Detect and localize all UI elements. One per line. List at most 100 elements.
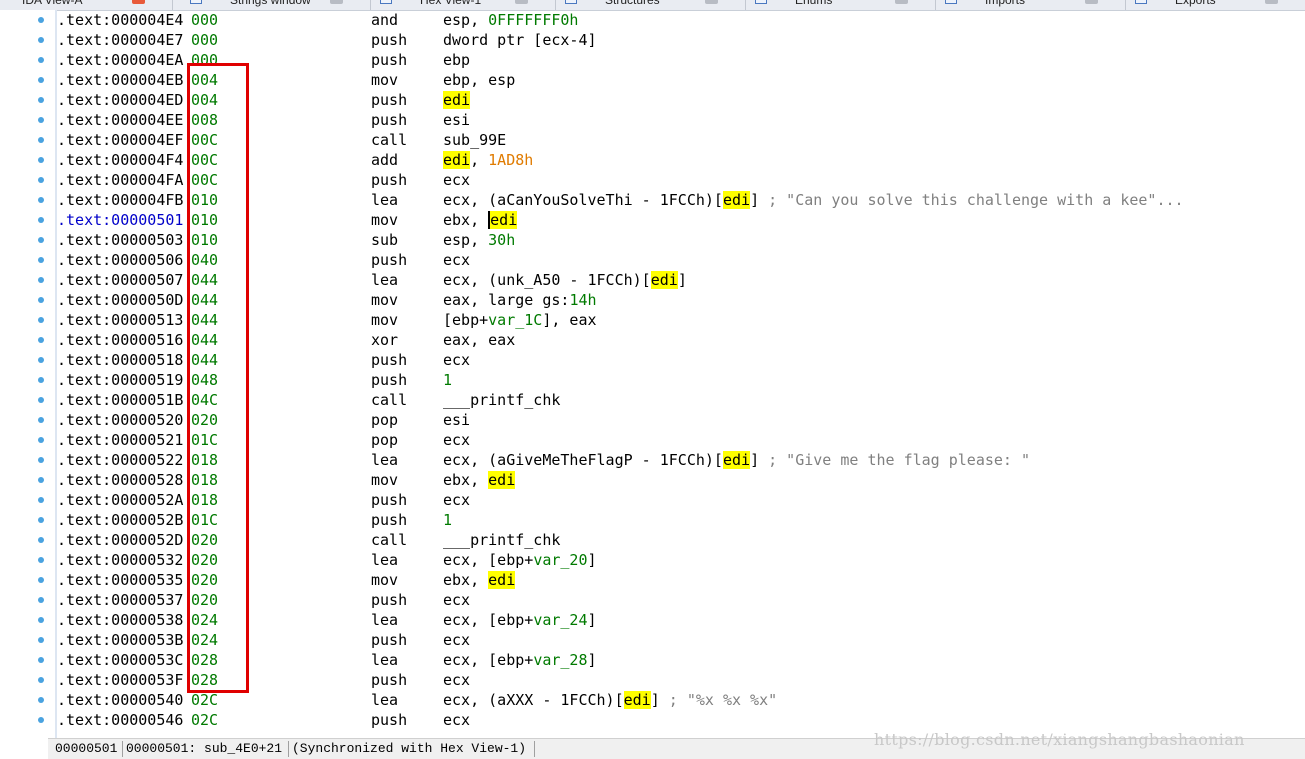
- listing-row[interactable]: .text:00000540 02C lea ecx, (aXXX - 1FCCh)[…: [57, 690, 1305, 710]
- instruction-mnemonic: push: [371, 51, 408, 69]
- breakpoint-dot-icon[interactable]: [38, 437, 44, 443]
- instruction-operands: ebx, edi: [443, 470, 516, 490]
- highlighted-register[interactable]: edi: [623, 691, 651, 709]
- instruction-mnemonic: xor: [371, 331, 399, 349]
- highlighted-register[interactable]: edi: [443, 91, 471, 109]
- breakpoint-dot-icon[interactable]: [38, 77, 44, 83]
- tab-imports[interactable]: Imports: [945, 0, 1115, 8]
- instruction-mnemonic: lea: [371, 551, 399, 569]
- tab-separator: [172, 0, 173, 10]
- breakpoint-dot-icon[interactable]: [38, 277, 44, 283]
- tab-exports[interactable]: Exports: [1135, 0, 1295, 8]
- breakpoint-dot-icon[interactable]: [38, 517, 44, 523]
- instruction-address: .text:00000532: [57, 551, 184, 569]
- breakpoint-dot-icon[interactable]: [38, 317, 44, 323]
- breakpoint-dot-icon[interactable]: [38, 557, 44, 563]
- stack-variable[interactable]: var_28: [533, 651, 587, 669]
- close-icon[interactable]: [705, 0, 718, 4]
- tab-enums[interactable]: Enums: [755, 0, 925, 8]
- close-icon[interactable]: [1265, 0, 1278, 4]
- operand-text: ]: [750, 191, 769, 209]
- listing-row[interactable]: .text:000004E4 000 and esp, 0FFFFFFF0h: [57, 10, 1305, 30]
- listing-row[interactable]: .text:00000546 02C push ecx: [57, 710, 1305, 730]
- instruction-mnemonic: push: [371, 711, 408, 729]
- instruction-operands: ecx, [ebp+var_20]: [443, 550, 597, 570]
- breakpoint-dot-icon[interactable]: [38, 617, 44, 623]
- breakpoint-dot-icon[interactable]: [38, 117, 44, 123]
- string-comment: ; "%x %x %x": [668, 691, 778, 709]
- breakpoint-dot-icon[interactable]: [38, 297, 44, 303]
- stack-variable[interactable]: var_1C: [488, 311, 542, 329]
- highlighted-register[interactable]: edi: [488, 471, 516, 489]
- operand-text: ecx: [443, 591, 471, 609]
- breakpoint-dot-icon[interactable]: [38, 497, 44, 503]
- breakpoint-dot-icon[interactable]: [38, 577, 44, 583]
- breakpoint-dot-icon[interactable]: [38, 17, 44, 23]
- close-icon[interactable]: [330, 0, 343, 4]
- close-icon[interactable]: [515, 0, 528, 4]
- highlighted-register[interactable]: edi: [650, 271, 678, 289]
- instruction-address: .text:0000052A: [57, 491, 184, 509]
- close-icon[interactable]: [1085, 0, 1098, 4]
- breakpoint-dot-icon[interactable]: [38, 217, 44, 223]
- breakpoint-dot-icon[interactable]: [38, 597, 44, 603]
- breakpoint-dot-icon[interactable]: [38, 37, 44, 43]
- breakpoint-dot-icon[interactable]: [38, 377, 44, 383]
- status-sync: (Synchronized with Hex View-1): [292, 741, 527, 756]
- close-icon[interactable]: [895, 0, 908, 4]
- breakpoint-dot-icon[interactable]: [38, 57, 44, 63]
- instruction-mnemonic: lea: [371, 451, 399, 469]
- listing-row[interactable]: .text:000004E7 000 push dword ptr [ecx-4]: [57, 30, 1305, 50]
- breakpoint-dot-icon[interactable]: [38, 357, 44, 363]
- breakpoint-dot-icon[interactable]: [38, 537, 44, 543]
- operand-text: ecx, [ebp+: [443, 551, 534, 569]
- breakpoint-dot-icon[interactable]: [38, 237, 44, 243]
- watermark: https://blog.csdn.net/xiangshangbashaoni…: [874, 730, 1245, 749]
- breakpoint-dot-icon[interactable]: [38, 457, 44, 463]
- breakpoint-dot-icon[interactable]: [38, 657, 44, 663]
- highlighted-register[interactable]: edi: [488, 571, 516, 589]
- instruction-mnemonic: mov: [371, 211, 399, 229]
- instruction-mnemonic: push: [371, 111, 408, 129]
- instruction-address: .text:000004ED: [57, 91, 184, 109]
- breakpoint-dot-icon[interactable]: [38, 677, 44, 683]
- operand-text: ecx: [443, 671, 471, 689]
- close-icon[interactable]: [132, 0, 145, 4]
- highlighted-register[interactable]: edi: [722, 191, 751, 209]
- tab-strings-window[interactable]: Strings window: [190, 0, 360, 8]
- breakpoint-dot-icon[interactable]: [38, 397, 44, 403]
- breakpoint-dot-icon[interactable]: [38, 337, 44, 343]
- instruction-operands: ecx: [443, 430, 470, 450]
- highlighted-register[interactable]: edi: [722, 451, 751, 469]
- instruction-mnemonic: pop: [371, 431, 399, 449]
- breakpoint-dot-icon[interactable]: [38, 717, 44, 723]
- tab-ida-view-a[interactable]: IDA View-A: [12, 0, 162, 8]
- instruction-operands: ecx, [ebp+var_28]: [443, 650, 597, 670]
- instruction-operands: ecx: [443, 250, 470, 270]
- instruction-address: .text:00000540: [57, 691, 184, 709]
- operand-text: ebp, esp: [443, 71, 516, 89]
- instruction-mnemonic: lea: [371, 191, 399, 209]
- breakpoint-dot-icon[interactable]: [38, 137, 44, 143]
- stack-variable[interactable]: var_24: [533, 611, 587, 629]
- breakpoint-dot-icon[interactable]: [38, 417, 44, 423]
- operand-text: esp,: [443, 11, 489, 29]
- breakpoint-dot-icon[interactable]: [38, 697, 44, 703]
- view-icon: [380, 0, 392, 4]
- highlighted-register[interactable]: edi: [488, 211, 518, 229]
- breakpoint-dot-icon[interactable]: [38, 157, 44, 163]
- tab-hex-view-1[interactable]: Hex View-1: [380, 0, 545, 8]
- breakpoint-dot-icon[interactable]: [38, 637, 44, 643]
- instruction-mnemonic: push: [371, 491, 408, 509]
- tab-structures[interactable]: Structures: [565, 0, 735, 8]
- breakpoint-dot-icon[interactable]: [38, 257, 44, 263]
- highlighted-register[interactable]: edi: [443, 151, 471, 169]
- breakpoint-dot-icon[interactable]: [38, 177, 44, 183]
- instruction-address: .text:000004EA: [57, 51, 184, 69]
- operand-text: ]: [587, 611, 597, 629]
- breakpoint-dot-icon[interactable]: [38, 477, 44, 483]
- breakpoint-dot-icon[interactable]: [38, 197, 44, 203]
- breakpoint-dot-icon[interactable]: [38, 97, 44, 103]
- stack-variable[interactable]: var_20: [533, 551, 587, 569]
- instruction-mnemonic: lea: [371, 691, 399, 709]
